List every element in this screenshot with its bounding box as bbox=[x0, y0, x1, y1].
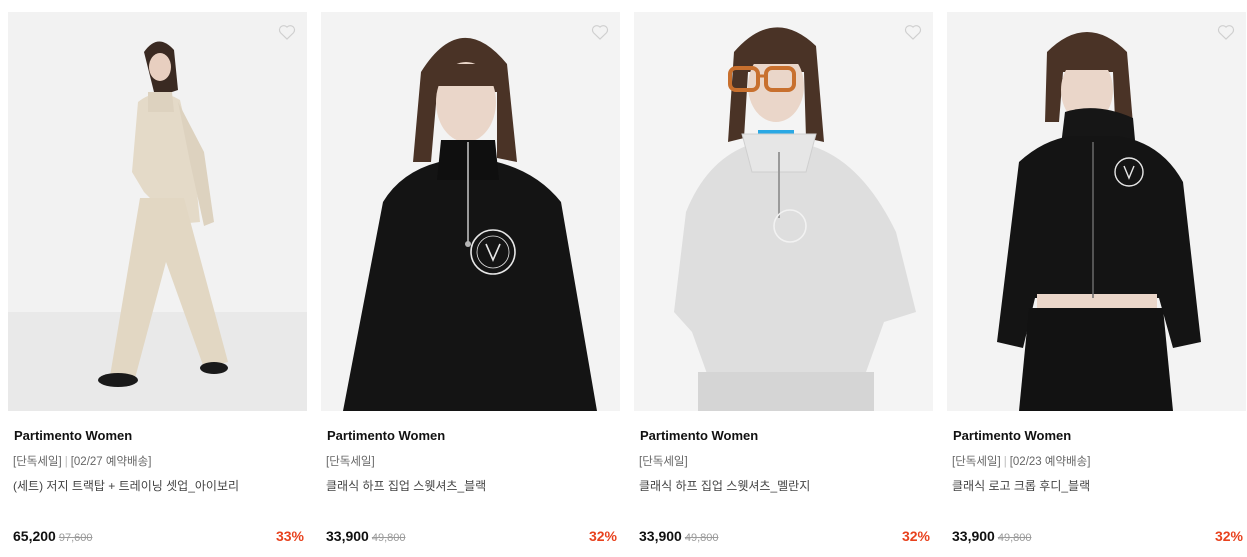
tag-preorder-delivery: [02/27 예약배송] bbox=[70, 456, 152, 468]
brand-name[interactable]: Partimento Women bbox=[953, 428, 1071, 443]
original-price: 49,800 bbox=[997, 532, 1032, 544]
product-grid: Partimento Women [단독세일] | [02/27 예약배송] (세트… bbox=[0, 0, 1247, 557]
brand-name[interactable]: Partimento Women bbox=[327, 428, 445, 443]
product-card[interactable]: Partimento Women [단독세일] 클래식 하프 집업 스웻셔츠_블… bbox=[321, 12, 620, 557]
tag-exclusive-sale: [단독세일] bbox=[13, 456, 62, 468]
product-name[interactable]: 클래식 로고 크롭 후디_블랙 bbox=[952, 477, 1090, 494]
original-price: 49,800 bbox=[684, 532, 719, 544]
sale-price: 33,900 bbox=[952, 528, 995, 544]
brand-name[interactable]: Partimento Women bbox=[640, 428, 758, 443]
product-tags: [단독세일] bbox=[326, 453, 375, 469]
tag-separator: | bbox=[64, 456, 68, 468]
tag-separator: | bbox=[1003, 456, 1007, 468]
product-image[interactable] bbox=[8, 12, 307, 411]
price-row: 33,900 49,800 32% bbox=[952, 528, 1243, 548]
heart-outline-icon[interactable] bbox=[590, 22, 610, 42]
price-row: 33,900 49,800 32% bbox=[639, 528, 930, 548]
product-image[interactable] bbox=[634, 12, 933, 411]
discount-rate: 32% bbox=[588, 528, 617, 544]
sale-price: 33,900 bbox=[639, 528, 682, 544]
product-tags: [단독세일] bbox=[639, 453, 688, 469]
product-name[interactable]: (세트) 저지 트랙탑 + 트레이닝 셋업_아이보리 bbox=[13, 477, 239, 494]
tag-preorder-delivery: [02/23 예약배송] bbox=[1009, 456, 1091, 468]
brand-name[interactable]: Partimento Women bbox=[14, 428, 132, 443]
product-name[interactable]: 클래식 하프 집업 스웻셔츠_멜란지 bbox=[639, 477, 810, 494]
tag-exclusive-sale: [단독세일] bbox=[952, 456, 1001, 468]
model-photo-illustration bbox=[947, 12, 1246, 411]
product-card[interactable]: Partimento Women [단독세일] | [02/27 예약배송] (세트… bbox=[8, 12, 307, 557]
product-tags: [단독세일] | [02/23 예약배송] bbox=[952, 453, 1090, 469]
product-image[interactable] bbox=[321, 12, 620, 411]
product-tags: [단독세일] | [02/27 예약배송] bbox=[13, 453, 151, 469]
model-photo-illustration bbox=[321, 12, 620, 411]
sale-price: 65,200 bbox=[13, 528, 56, 544]
discount-rate: 33% bbox=[275, 528, 304, 544]
price-row: 65,200 97,600 33% bbox=[13, 528, 304, 548]
tag-exclusive-sale: [단독세일] bbox=[639, 456, 688, 468]
heart-outline-icon[interactable] bbox=[277, 22, 297, 42]
sale-price: 33,900 bbox=[326, 528, 369, 544]
product-name[interactable]: 클래식 하프 집업 스웻셔츠_블랙 bbox=[326, 477, 486, 494]
discount-rate: 32% bbox=[901, 528, 930, 544]
heart-outline-icon[interactable] bbox=[1216, 22, 1236, 42]
model-photo-illustration bbox=[634, 12, 933, 411]
original-price: 49,800 bbox=[371, 532, 406, 544]
product-image[interactable] bbox=[947, 12, 1246, 411]
model-photo-illustration bbox=[8, 12, 307, 411]
discount-rate: 32% bbox=[1214, 528, 1243, 544]
price-row: 33,900 49,800 32% bbox=[326, 528, 617, 548]
product-card[interactable]: Partimento Women [단독세일] 클래식 하프 집업 스웻셔츠_멜… bbox=[634, 12, 933, 557]
tag-exclusive-sale: [단독세일] bbox=[326, 456, 375, 468]
product-card[interactable]: Partimento Women [단독세일] | [02/23 예약배송] 클래식… bbox=[947, 12, 1246, 557]
heart-outline-icon[interactable] bbox=[903, 22, 923, 42]
original-price: 97,600 bbox=[58, 532, 93, 544]
